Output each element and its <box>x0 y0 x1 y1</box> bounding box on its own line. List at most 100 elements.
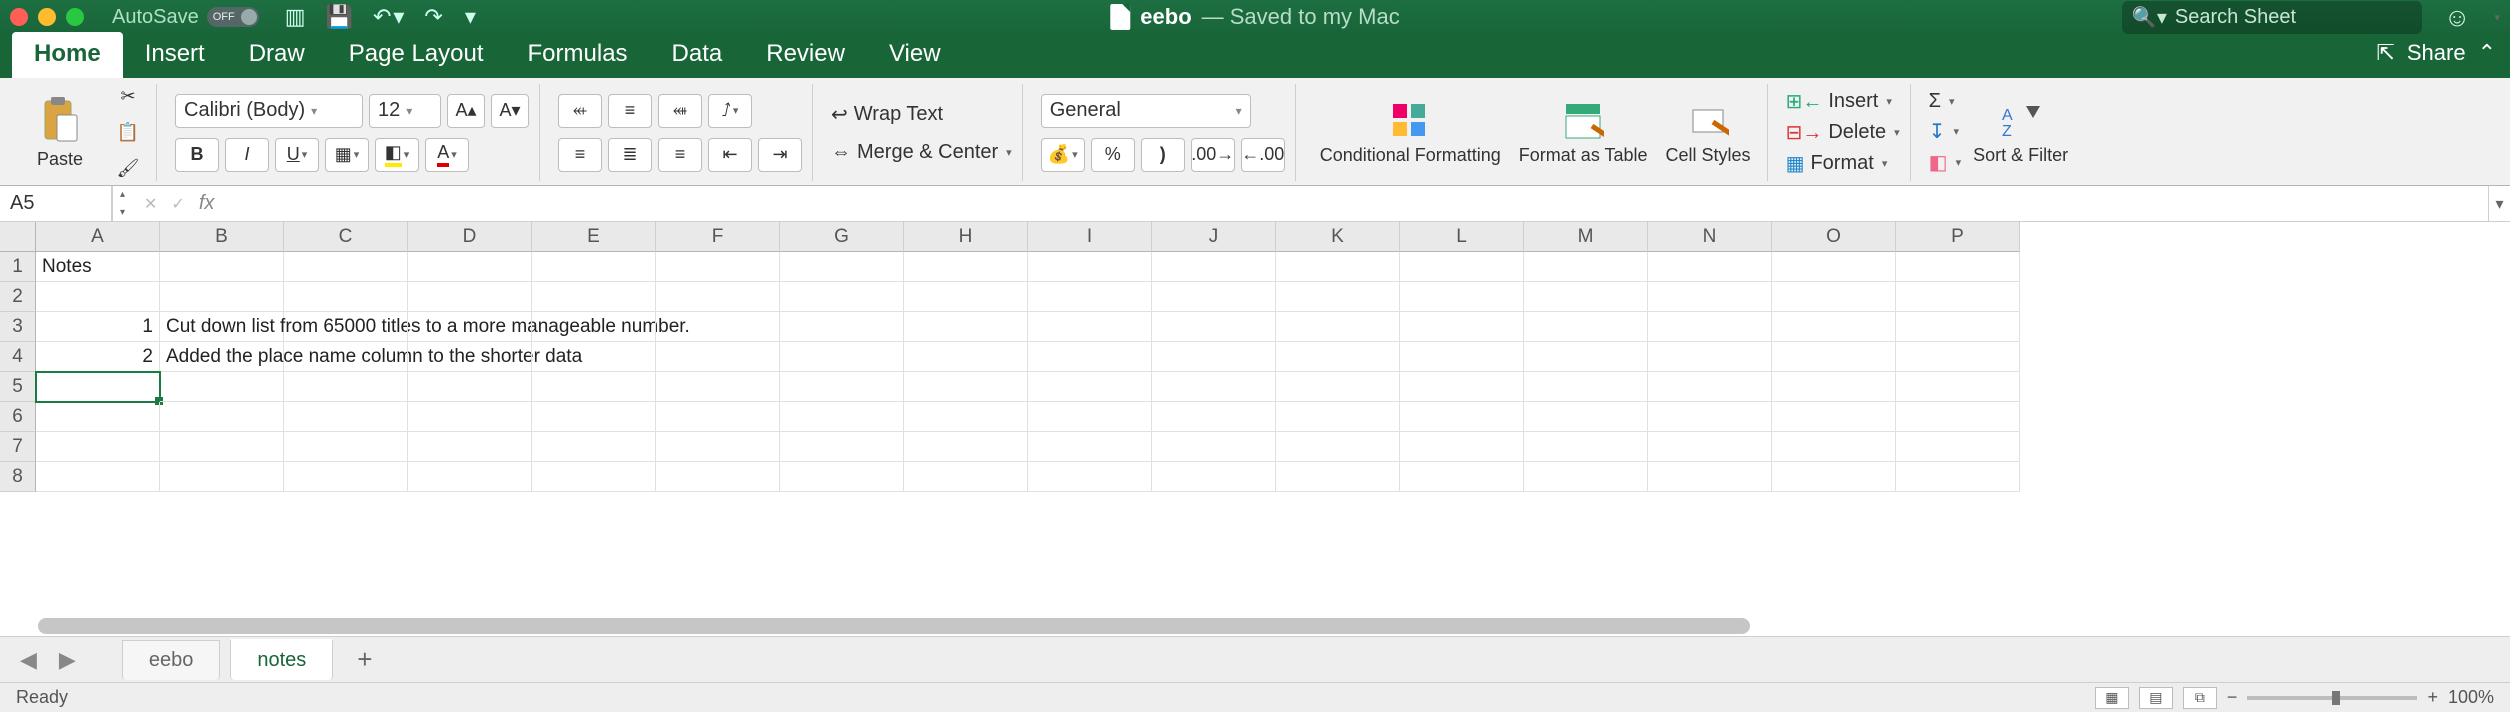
worksheet-grid[interactable]: ABCDEFGHIJKLMNOP1Notes231Cut down list f… <box>0 222 2510 636</box>
cell[interactable] <box>656 462 780 492</box>
decrease-font-icon[interactable]: A▾ <box>491 94 529 128</box>
cell[interactable] <box>408 252 532 282</box>
cell[interactable] <box>1400 402 1524 432</box>
cell[interactable] <box>1648 402 1772 432</box>
collapse-ribbon-icon[interactable]: ⌃ <box>2478 40 2496 66</box>
view-normal-icon[interactable]: ▦ <box>2095 687 2129 709</box>
cell[interactable] <box>1276 282 1400 312</box>
column-header[interactable]: J <box>1152 222 1276 252</box>
cell[interactable] <box>1152 402 1276 432</box>
orientation-icon[interactable]: ⭜▾ <box>708 94 752 128</box>
fill-color-button[interactable]: ◧▾ <box>375 138 419 172</box>
name-box[interactable]: A5 <box>0 186 112 221</box>
cell[interactable] <box>532 462 656 492</box>
cell[interactable] <box>780 402 904 432</box>
window-close-button[interactable] <box>10 8 28 26</box>
cell[interactable] <box>656 312 780 342</box>
cell[interactable] <box>1648 432 1772 462</box>
cell[interactable] <box>1028 342 1152 372</box>
fill-button[interactable]: ↧▾ <box>1929 119 1961 144</box>
format-cells-button[interactable]: ▦Format▾ <box>1786 151 1900 176</box>
align-middle-icon[interactable]: ≡ <box>608 94 652 128</box>
cell[interactable] <box>1152 312 1276 342</box>
increase-indent-icon[interactable]: ⇥ <box>758 138 802 172</box>
cell[interactable] <box>532 372 656 402</box>
column-header[interactable]: I <box>1028 222 1152 252</box>
row-header[interactable]: 2 <box>0 282 36 312</box>
cell[interactable] <box>408 342 532 372</box>
wrap-text-button[interactable]: ↩Wrap Text <box>831 102 1012 127</box>
cell[interactable] <box>160 432 284 462</box>
column-header[interactable]: D <box>408 222 532 252</box>
cell[interactable] <box>1276 342 1400 372</box>
font-name-combo[interactable]: Calibri (Body)▾ <box>175 94 363 128</box>
cell-styles-button[interactable]: Cell Styles <box>1660 96 1757 170</box>
cancel-formula-icon[interactable]: ✕ <box>144 194 157 214</box>
align-right-icon[interactable]: ≡ <box>658 138 702 172</box>
cell[interactable]: 2 <box>36 342 160 372</box>
cell[interactable] <box>1400 372 1524 402</box>
cell[interactable] <box>284 252 408 282</box>
column-header[interactable]: L <box>1400 222 1524 252</box>
font-size-combo[interactable]: 12▾ <box>369 94 441 128</box>
cell[interactable] <box>1772 342 1896 372</box>
cell[interactable] <box>408 312 532 342</box>
cell[interactable] <box>1152 342 1276 372</box>
cell[interactable] <box>1028 402 1152 432</box>
cell[interactable] <box>284 282 408 312</box>
save-icon[interactable]: 💾 <box>326 4 353 30</box>
cell[interactable] <box>780 372 904 402</box>
cell[interactable] <box>780 312 904 342</box>
cell[interactable] <box>656 402 780 432</box>
cell[interactable] <box>160 402 284 432</box>
horizontal-scrollbar[interactable] <box>38 618 2484 634</box>
italic-button[interactable]: I <box>225 138 269 172</box>
cell[interactable] <box>1028 252 1152 282</box>
cell[interactable] <box>284 372 408 402</box>
zoom-slider[interactable] <box>2247 696 2417 700</box>
cell[interactable] <box>1152 252 1276 282</box>
cell[interactable] <box>656 282 780 312</box>
underline-button[interactable]: U▾ <box>275 138 319 172</box>
cell[interactable] <box>1772 312 1896 342</box>
borders-button[interactable]: ▦▾ <box>325 138 369 172</box>
cut-icon[interactable]: ✂ <box>110 83 146 111</box>
view-page-break-icon[interactable]: ⧉ <box>2183 687 2217 709</box>
cell[interactable] <box>780 342 904 372</box>
tab-formulas[interactable]: Formulas <box>506 32 650 78</box>
column-header[interactable]: P <box>1896 222 2020 252</box>
tab-view[interactable]: View <box>867 32 963 78</box>
cell[interactable] <box>1648 372 1772 402</box>
redo-icon[interactable]: ↷ <box>424 4 442 30</box>
user-account-icon[interactable]: ☺ <box>2444 2 2471 33</box>
cell[interactable] <box>1028 282 1152 312</box>
cell[interactable] <box>1276 372 1400 402</box>
tab-data[interactable]: Data <box>650 32 745 78</box>
select-all-corner[interactable] <box>0 222 36 252</box>
sheet-tab-eebo[interactable]: eebo <box>122 640 221 680</box>
cell[interactable] <box>1276 312 1400 342</box>
cell[interactable] <box>1276 432 1400 462</box>
window-zoom-button[interactable] <box>66 8 84 26</box>
cell[interactable] <box>1896 402 2020 432</box>
column-header[interactable]: N <box>1648 222 1772 252</box>
cell[interactable] <box>408 402 532 432</box>
cell[interactable] <box>1772 252 1896 282</box>
insert-cells-button[interactable]: ⊞←Insert▾ <box>1786 89 1900 114</box>
cell[interactable] <box>904 402 1028 432</box>
zoom-in-button[interactable]: + <box>2427 687 2438 708</box>
cell[interactable] <box>1896 372 2020 402</box>
merge-center-button[interactable]: ⇔Merge & Center▾ <box>831 141 1012 164</box>
sheet-nav-next[interactable]: ▶ <box>53 645 82 675</box>
column-header[interactable]: M <box>1524 222 1648 252</box>
cell[interactable] <box>1152 462 1276 492</box>
cell[interactable] <box>532 432 656 462</box>
sheet-tab-notes[interactable]: notes <box>230 639 333 680</box>
tab-draw[interactable]: Draw <box>227 32 327 78</box>
cell[interactable]: 1 <box>36 312 160 342</box>
cell[interactable] <box>1524 342 1648 372</box>
cell[interactable]: Cut down list from 65000 titles to a mor… <box>160 312 284 342</box>
clear-button[interactable]: ◧▾ <box>1929 150 1961 175</box>
cell[interactable] <box>1400 312 1524 342</box>
cell[interactable] <box>1524 282 1648 312</box>
